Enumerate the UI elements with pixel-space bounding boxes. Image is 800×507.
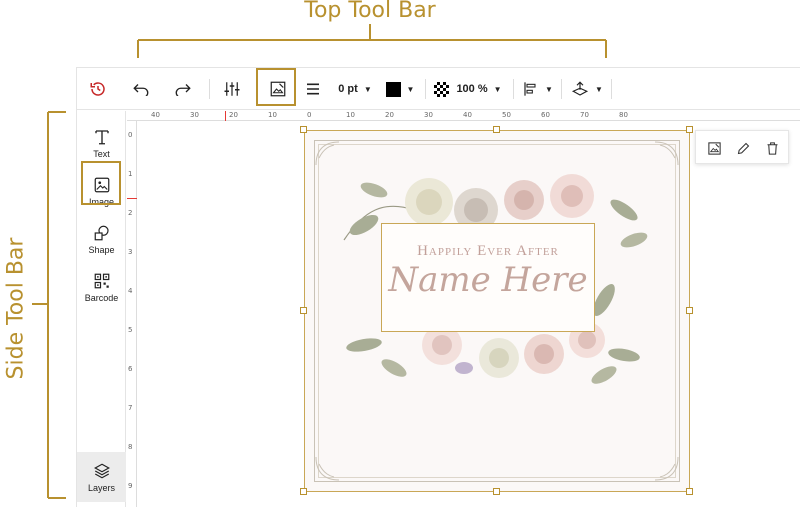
ruler-tick-label: 80 bbox=[619, 111, 628, 119]
ruler-tick-label: 30 bbox=[424, 111, 433, 119]
top-toolbar-annotation-bracket bbox=[137, 24, 607, 58]
ruler-tick-label: 9 bbox=[128, 482, 133, 490]
toolbar-divider bbox=[425, 79, 426, 99]
ruler-tick-label: 40 bbox=[463, 111, 472, 119]
ruler-position-marker bbox=[225, 111, 226, 121]
toolbar-divider bbox=[561, 79, 562, 99]
toolbar-divider bbox=[611, 79, 612, 99]
ruler-tick-label: 8 bbox=[128, 443, 133, 451]
ruler-tick-label: 50 bbox=[502, 111, 511, 119]
redo-button[interactable] bbox=[169, 74, 197, 104]
stroke-style-button[interactable] bbox=[303, 74, 323, 104]
resize-handle[interactable] bbox=[686, 126, 693, 133]
ruler-position-marker bbox=[127, 198, 137, 199]
toolbar-divider bbox=[209, 79, 210, 99]
sidebar-item-label: Shape bbox=[88, 244, 115, 255]
resize-handle[interactable] bbox=[493, 126, 500, 133]
opacity-value: 100 % bbox=[456, 83, 488, 95]
ruler-tick-label: 70 bbox=[580, 111, 589, 119]
side-toolbar-annotation-bracket bbox=[32, 111, 66, 499]
ruler-tick-label: 3 bbox=[128, 248, 133, 256]
chevron-down-icon: ▼ bbox=[545, 84, 553, 94]
sidebar-item-label: Layers bbox=[87, 482, 115, 493]
horizontal-ruler: 40 30 20 10 0 10 20 30 40 50 60 70 80 bbox=[127, 111, 800, 121]
ruler-tick-label: 6 bbox=[128, 365, 133, 373]
resize-handle[interactable] bbox=[686, 488, 693, 495]
resize-handle[interactable] bbox=[300, 488, 307, 495]
stroke-width-dropdown[interactable]: 0 pt ▼ bbox=[333, 74, 377, 104]
chevron-down-icon: ▼ bbox=[363, 84, 372, 94]
align-left-icon bbox=[524, 82, 536, 96]
color-swatch bbox=[385, 81, 401, 97]
ruler-tick-label: 30 bbox=[190, 111, 199, 119]
ruler-tick-label: 1 bbox=[128, 170, 133, 178]
ruler-tick-label: 7 bbox=[128, 404, 133, 412]
ruler-tick-label: 60 bbox=[541, 111, 550, 119]
chevron-down-icon: ▼ bbox=[493, 84, 502, 94]
edit-button[interactable] bbox=[734, 139, 752, 157]
chevron-down-icon: ▼ bbox=[595, 84, 603, 94]
top-toolbar: 0 pt ▼ ▼ 100 % ▼ ▼ ▼ bbox=[77, 68, 800, 110]
ruler-tick-label: 10 bbox=[346, 111, 355, 119]
resize-handle[interactable] bbox=[300, 307, 307, 314]
resize-handle[interactable] bbox=[493, 488, 500, 495]
sidebar-item-label: Text bbox=[93, 148, 110, 159]
ruler-tick-label: 20 bbox=[385, 111, 394, 119]
selection-outline bbox=[304, 130, 690, 492]
stroke-width-value: 0 pt bbox=[338, 83, 358, 95]
ruler-tick-label: 0 bbox=[128, 131, 133, 139]
pencil-icon bbox=[737, 142, 749, 154]
resize-handle[interactable] bbox=[686, 307, 693, 314]
delete-button[interactable] bbox=[763, 139, 781, 157]
transparency-icon bbox=[434, 81, 450, 97]
layer-order-icon bbox=[571, 81, 589, 96]
layers-icon bbox=[93, 463, 110, 478]
text-icon bbox=[94, 129, 109, 144]
shape-icon bbox=[94, 225, 109, 240]
align-dropdown[interactable]: ▼ bbox=[521, 74, 555, 104]
replace-image-context-button[interactable] bbox=[705, 139, 723, 157]
image-sidebar-highlight bbox=[81, 161, 121, 205]
ruler-tick-label: 2 bbox=[128, 209, 133, 217]
sidebar-item-label: Barcode bbox=[84, 292, 119, 303]
sidebar-item-layers[interactable]: Layers bbox=[77, 452, 126, 502]
screenshot-root: Top Tool Bar Side Tool Bar 0 pt ▼ ▼ 100 … bbox=[0, 0, 800, 507]
image-tool-highlight bbox=[256, 68, 296, 106]
image-edit-icon bbox=[707, 141, 721, 155]
ruler-tick-label: 20 bbox=[229, 111, 238, 119]
trash-icon bbox=[767, 141, 777, 155]
line-weight-icon bbox=[307, 83, 319, 95]
qr-code-icon bbox=[94, 273, 109, 288]
element-context-toolbar bbox=[695, 130, 789, 164]
ruler-tick-label: 40 bbox=[151, 111, 160, 119]
sidebar-item-text[interactable]: Text bbox=[77, 119, 126, 167]
history-button[interactable] bbox=[85, 74, 111, 104]
ruler-tick-label: 0 bbox=[307, 111, 312, 119]
history-icon bbox=[90, 82, 105, 96]
adjust-button[interactable] bbox=[219, 74, 245, 104]
fill-color-dropdown[interactable]: ▼ bbox=[383, 74, 417, 104]
chevron-down-icon: ▼ bbox=[406, 84, 415, 94]
sidebar-item-shape[interactable]: Shape bbox=[77, 215, 126, 263]
resize-handle[interactable] bbox=[300, 126, 307, 133]
undo-button[interactable] bbox=[127, 74, 155, 104]
ruler-tick-label: 10 bbox=[268, 111, 277, 119]
opacity-dropdown[interactable]: 100 % ▼ bbox=[433, 74, 503, 104]
sidebar-item-barcode[interactable]: Barcode bbox=[77, 263, 126, 311]
vertical-ruler: 0 1 2 3 4 5 6 7 8 9 bbox=[127, 121, 137, 507]
redo-icon bbox=[175, 84, 191, 96]
toolbar-divider bbox=[513, 79, 514, 99]
sliders-icon bbox=[224, 82, 240, 96]
undo-icon bbox=[133, 84, 149, 96]
ruler-tick-label: 5 bbox=[128, 326, 133, 334]
arrange-dropdown[interactable]: ▼ bbox=[569, 74, 605, 104]
ruler-tick-label: 4 bbox=[128, 287, 133, 295]
